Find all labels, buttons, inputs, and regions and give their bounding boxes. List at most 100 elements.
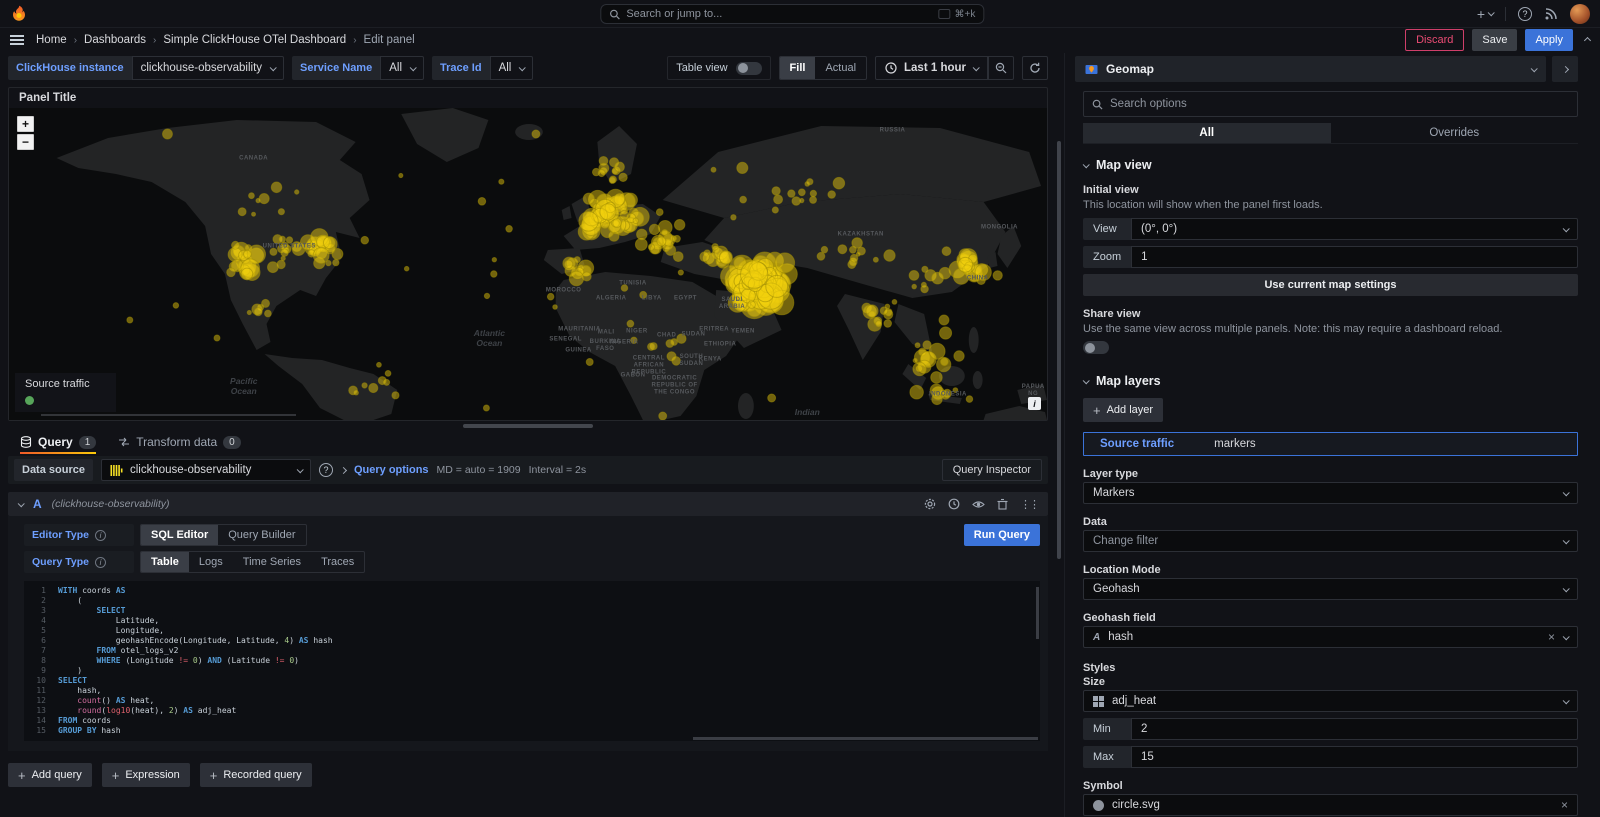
recorded-query-button[interactable]: + Recorded query bbox=[200, 763, 312, 787]
map-marker[interactable] bbox=[892, 300, 897, 305]
map-marker[interactable] bbox=[127, 317, 133, 323]
map-marker[interactable] bbox=[173, 303, 179, 309]
logs-option[interactable]: Logs bbox=[189, 552, 233, 572]
hide-response-eye-icon[interactable] bbox=[972, 499, 985, 510]
map-layers-section-header[interactable]: Map layers bbox=[1083, 374, 1578, 388]
breadcrumb-dashboard-name[interactable]: Simple ClickHouse OTel Dashboard bbox=[163, 34, 346, 46]
code-line[interactable]: round(log10(heat), 2) AS adj_heat bbox=[58, 706, 1040, 716]
variable-value-dropdown[interactable]: All bbox=[380, 56, 424, 80]
map-marker[interactable] bbox=[766, 275, 788, 297]
map-marker[interactable] bbox=[930, 384, 942, 397]
world-map[interactable]: RUSSIACANADAUNITED STATESKAZAKHSTANMONGO… bbox=[9, 108, 1047, 420]
map-marker[interactable] bbox=[940, 327, 952, 339]
map-marker[interactable] bbox=[913, 362, 926, 375]
map-marker[interactable] bbox=[828, 191, 836, 199]
share-view-toggle[interactable] bbox=[1083, 341, 1109, 354]
discard-button[interactable]: Discard bbox=[1405, 29, 1464, 51]
map-marker[interactable] bbox=[369, 383, 378, 392]
gear-icon[interactable] bbox=[924, 498, 936, 510]
map-marker[interactable] bbox=[993, 271, 1002, 280]
map-marker[interactable] bbox=[821, 246, 828, 253]
map-marker[interactable] bbox=[404, 266, 409, 271]
map-marker[interactable] bbox=[259, 194, 269, 204]
map-marker[interactable] bbox=[648, 244, 654, 250]
map-marker[interactable] bbox=[491, 271, 497, 277]
map-marker[interactable] bbox=[547, 293, 554, 300]
add-layer-button[interactable]: + Add layer bbox=[1083, 398, 1163, 422]
collapse-header-icon[interactable] bbox=[1584, 36, 1591, 43]
map-marker[interactable] bbox=[277, 260, 285, 268]
map-marker[interactable] bbox=[249, 193, 255, 199]
map-marker[interactable] bbox=[659, 412, 667, 420]
map-marker[interactable] bbox=[943, 389, 951, 397]
clear-icon[interactable]: × bbox=[1561, 798, 1568, 812]
map-marker[interactable] bbox=[772, 187, 780, 195]
new-button[interactable]: + bbox=[1477, 6, 1493, 22]
map-marker[interactable] bbox=[677, 334, 686, 343]
map-marker[interactable] bbox=[772, 207, 778, 213]
map-marker[interactable] bbox=[633, 218, 638, 223]
map-marker[interactable] bbox=[931, 372, 942, 384]
map-marker[interactable] bbox=[378, 377, 386, 385]
map-marker[interactable] bbox=[286, 237, 292, 243]
map-marker[interactable] bbox=[788, 190, 795, 197]
map-marker[interactable] bbox=[838, 245, 847, 254]
map-marker[interactable] bbox=[768, 394, 776, 402]
map-marker[interactable] bbox=[621, 285, 628, 292]
map-marker[interactable] bbox=[954, 351, 964, 361]
map-marker[interactable] bbox=[620, 211, 629, 220]
map-marker[interactable] bbox=[586, 359, 593, 366]
sql-code[interactable]: WITH coords AS ( SELECT Latitude, Longit… bbox=[58, 586, 1040, 733]
map-marker[interactable] bbox=[399, 173, 403, 177]
map-marker[interactable] bbox=[492, 258, 496, 262]
editor-vertical-scrollbar[interactable] bbox=[1036, 587, 1039, 639]
map-marker[interactable] bbox=[270, 248, 277, 255]
map-marker[interactable] bbox=[361, 236, 369, 244]
map-view-section-header[interactable]: Map view bbox=[1083, 158, 1578, 172]
add-query-button[interactable]: + Add query bbox=[8, 763, 92, 787]
location-mode-select[interactable]: Geohash bbox=[1083, 578, 1578, 600]
code-line[interactable]: ) bbox=[58, 666, 1040, 676]
map-marker[interactable] bbox=[579, 212, 598, 232]
avatar[interactable] bbox=[1570, 4, 1590, 24]
map-marker[interactable] bbox=[619, 173, 627, 181]
code-line[interactable]: hash, bbox=[58, 686, 1040, 696]
map-marker[interactable] bbox=[958, 257, 973, 272]
map-marker[interactable] bbox=[805, 182, 810, 187]
code-line[interactable]: geohashEncode(Longitude, Latitude, 4) AS… bbox=[58, 636, 1040, 646]
map-marker[interactable] bbox=[866, 305, 878, 317]
map-marker[interactable] bbox=[254, 308, 262, 316]
tab-overrides[interactable]: Overrides bbox=[1331, 123, 1579, 143]
map-marker[interactable] bbox=[719, 251, 732, 264]
map-marker[interactable] bbox=[966, 396, 973, 403]
map-marker[interactable] bbox=[227, 268, 236, 277]
map-marker[interactable] bbox=[810, 196, 817, 203]
layer-card[interactable]: Source traffic markers bbox=[1083, 432, 1578, 456]
editor-horizontal-scrollbar[interactable] bbox=[693, 737, 1038, 740]
remove-query-trash-icon[interactable] bbox=[997, 498, 1008, 510]
table-view-toggle[interactable] bbox=[736, 62, 762, 75]
history-icon[interactable] bbox=[948, 498, 960, 510]
map-marker[interactable] bbox=[241, 268, 252, 280]
code-line[interactable]: ( bbox=[58, 596, 1040, 606]
zoom-input[interactable] bbox=[1131, 246, 1578, 268]
size-field-select[interactable]: adj_heat bbox=[1083, 690, 1578, 712]
map-marker[interactable] bbox=[700, 252, 710, 262]
time-range-picker[interactable]: Last 1 hour bbox=[875, 56, 988, 80]
map-marker[interactable] bbox=[913, 358, 917, 362]
map-marker[interactable] bbox=[942, 247, 951, 256]
drag-handle-icon[interactable]: ⋮⋮ bbox=[1020, 498, 1038, 511]
map-marker[interactable] bbox=[598, 170, 605, 177]
time-series-option[interactable]: Time Series bbox=[233, 552, 311, 572]
map-marker[interactable] bbox=[817, 252, 825, 260]
map-marker[interactable] bbox=[262, 299, 270, 307]
breadcrumb-home[interactable]: Home bbox=[36, 34, 67, 46]
map-marker[interactable] bbox=[774, 195, 783, 204]
clear-icon[interactable]: × bbox=[1548, 630, 1555, 644]
map-marker[interactable] bbox=[873, 257, 878, 262]
map-marker[interactable] bbox=[613, 219, 622, 228]
code-line[interactable]: Latitude, bbox=[58, 616, 1040, 626]
map-marker[interactable] bbox=[532, 130, 540, 138]
refresh-button[interactable] bbox=[1022, 56, 1048, 80]
traces-option[interactable]: Traces bbox=[311, 552, 364, 572]
